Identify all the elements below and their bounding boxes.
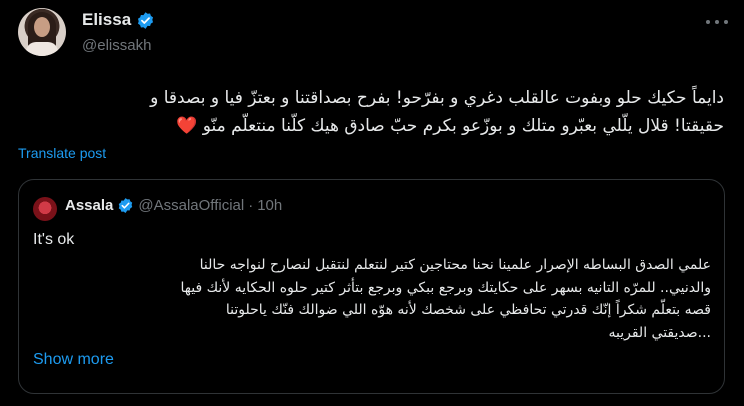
author-handle[interactable]: @elissakh: [82, 37, 151, 54]
post-text-line: دايماً حكيك حلو وبفوت عالقلب دغري و بفرّ…: [150, 88, 724, 108]
quoted-body-line: والدنيي.. للمرّه التانيه بسهر على حكايتك…: [180, 279, 711, 296]
avatar-face: [34, 17, 50, 37]
more-options-icon[interactable]: [706, 14, 728, 30]
quoted-first-line: It's ok: [33, 231, 75, 248]
quoted-display-name[interactable]: Assala: [65, 197, 113, 214]
more-dot: [724, 20, 728, 24]
quoted-body-line: قصه بتعلّم شكراً إنّك قدرتي تحافظي على ش…: [225, 302, 711, 318]
post-text-line-2: حقيقتا! قلال يلّلي بعبّرو متلك و بوزّعو …: [18, 112, 724, 140]
quoted-body: علمي الصدق البساطه الإصرار علمينا نحنا م…: [31, 254, 711, 344]
quoted-body-line: ...صديقتي القريبه: [608, 324, 712, 341]
quoted-avatar[interactable]: [33, 197, 57, 221]
avatar[interactable]: [18, 8, 66, 56]
translate-post-link[interactable]: Translate post: [18, 145, 106, 161]
author-display-name[interactable]: Elissa: [82, 10, 131, 30]
quoted-header: Assala @AssalaOfficial · 10h: [65, 197, 282, 214]
quoted-post[interactable]: Assala @AssalaOfficial · 10h It's ok علم…: [18, 179, 725, 394]
heart-emoji-icon: ❤️: [176, 116, 198, 136]
avatar-body: [26, 42, 58, 56]
more-dot: [715, 20, 719, 24]
author-name-row: Elissa: [82, 10, 155, 30]
quoted-timestamp[interactable]: 10h: [257, 197, 282, 214]
post-text-line: حقيقتا! قلال يلّلي بعبّرو متلك و بوزّعو …: [202, 116, 724, 136]
verified-badge-icon: [138, 11, 154, 29]
quoted-separator: ·: [248, 197, 254, 214]
quoted-body-line: علمي الصدق البساطه الإصرار علمينا نحنا م…: [199, 257, 711, 273]
quoted-handle[interactable]: @AssalaOfficial: [138, 197, 244, 214]
more-dot: [706, 20, 710, 24]
show-more-link[interactable]: Show more: [33, 351, 114, 369]
post-text: دايماً حكيك حلو وبفوت عالقلب دغري و بفرّ…: [18, 84, 724, 140]
verified-badge-icon: [119, 198, 133, 213]
